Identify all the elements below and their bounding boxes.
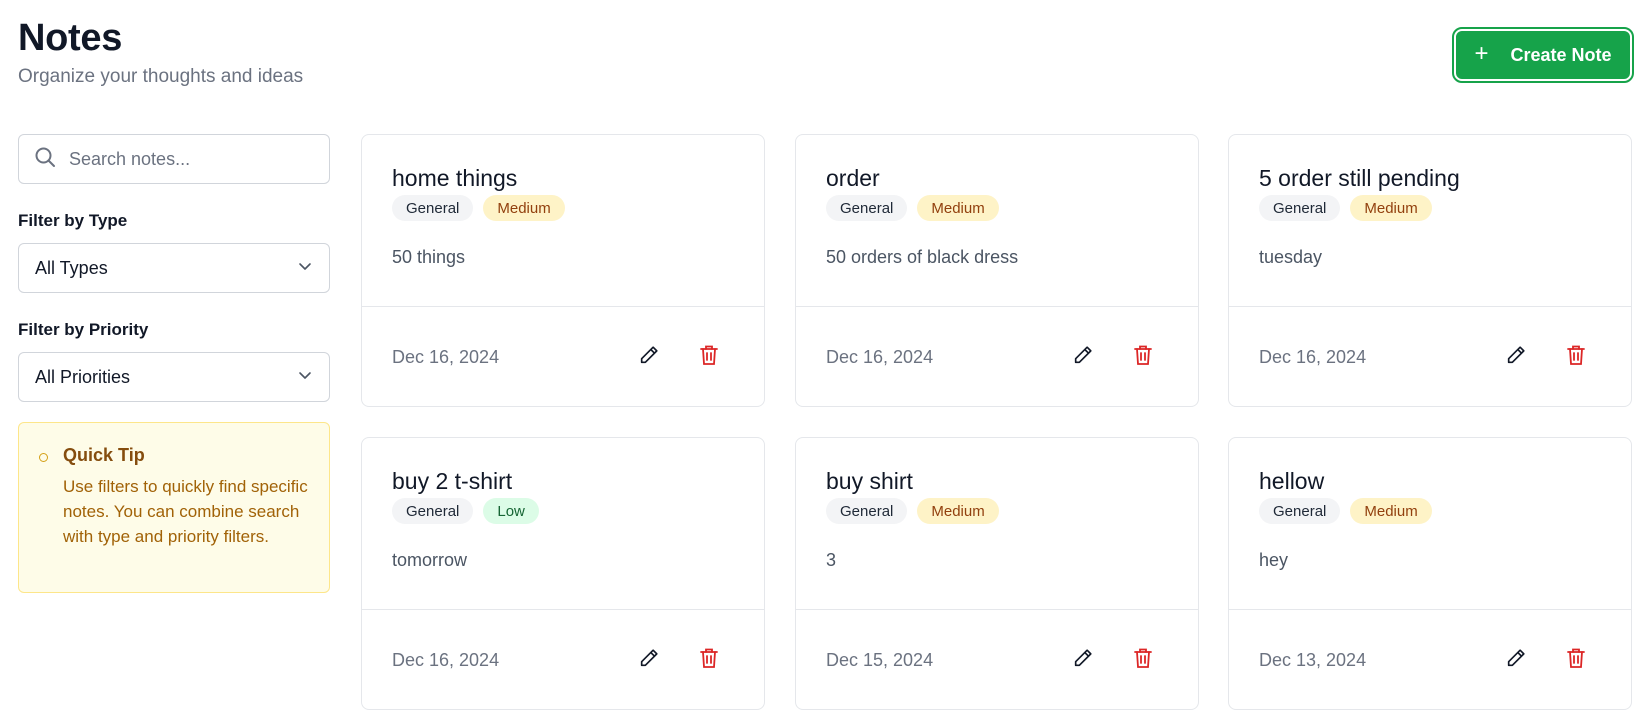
page-title: Notes [18,17,123,59]
note-content: hey [1259,550,1289,570]
note-content: tomorrow [392,550,468,570]
pencil-icon[interactable] [1502,341,1530,369]
note-title: hellow [1259,468,1325,494]
note-type-badge: General [392,498,474,524]
create-note-button[interactable]: + Create Note [1452,27,1634,83]
trash-icon[interactable] [1129,341,1157,369]
quick-tip-text: Use filters to quickly find specific not… [63,477,308,546]
note-card[interactable]: buy shirt General Medium 3 Dec 15, 2024 [795,437,1199,710]
quick-tip-title: Quick Tip [63,445,145,465]
page-header: Notes Organize your thoughts and ideas [18,14,303,88]
note-type-badge: General [1259,195,1341,221]
note-priority-badge: Low [483,498,539,524]
chevron-down-icon [297,258,313,279]
filter-type-select[interactable]: All Types [18,243,330,293]
note-content: 50 orders of black dress [826,247,1019,267]
plus-icon: + [1474,40,1489,67]
note-date: Dec 16, 2024 [392,649,500,670]
note-date: Dec 16, 2024 [826,346,934,367]
create-note-label: Create Note [1510,44,1612,65]
filter-type-label: Filter by Type [18,211,128,230]
note-date: Dec 15, 2024 [826,649,934,670]
pencil-icon[interactable] [1502,644,1530,672]
note-priority-badge: Medium [1350,195,1432,221]
note-priority-badge: Medium [917,195,999,221]
trash-icon[interactable] [695,341,723,369]
notes-page: Notes Organize your thoughts and ideas +… [0,0,1645,716]
note-date: Dec 16, 2024 [392,346,500,367]
filter-priority-value: All Priorities [35,366,131,387]
note-card[interactable]: buy 2 t-shirt General Low tomorrow Dec 1… [361,437,765,710]
note-card[interactable]: 5 order still pending General Medium tue… [1228,134,1632,407]
pencil-icon[interactable] [635,644,663,672]
note-card[interactable]: hellow General Medium hey Dec 13, 2024 [1228,437,1632,710]
note-type-badge: General [826,195,908,221]
note-title: buy shirt [826,468,913,494]
filter-priority-label: Filter by Priority [18,320,149,339]
trash-icon[interactable] [695,644,723,672]
chevron-down-icon [297,367,313,388]
note-card[interactable]: home things General Medium 50 things Dec… [361,134,765,407]
note-priority-badge: Medium [483,195,565,221]
trash-icon[interactable] [1129,644,1157,672]
trash-icon[interactable] [1562,341,1590,369]
note-priority-badge: Medium [917,498,999,524]
note-title: order [826,165,880,191]
note-date: Dec 13, 2024 [1259,649,1367,670]
note-type-badge: General [392,195,474,221]
note-date: Dec 16, 2024 [1259,346,1367,367]
circle-icon [39,453,48,462]
note-content: 3 [826,550,837,570]
filter-priority-select[interactable]: All Priorities [18,352,330,402]
search-box[interactable] [18,134,330,184]
search-icon [33,145,57,174]
quick-tip-box: Quick Tip Use filters to quickly find sp… [18,422,330,593]
note-priority-badge: Medium [1350,498,1432,524]
note-title: 5 order still pending [1259,165,1460,191]
note-card[interactable]: order General Medium 50 orders of black … [795,134,1199,407]
pencil-icon[interactable] [1069,644,1097,672]
note-content: 50 things [392,247,466,267]
note-type-badge: General [826,498,908,524]
sidebar: Filter by Type All Types Filter by Prior… [18,134,330,593]
note-type-badge: General [1259,498,1341,524]
note-title: buy 2 t-shirt [392,468,513,494]
page-subtitle: Organize your thoughts and ideas [18,66,304,87]
pencil-icon[interactable] [635,341,663,369]
search-input[interactable] [69,148,309,170]
pencil-icon[interactable] [1069,341,1097,369]
note-content: tuesday [1259,247,1323,267]
trash-icon[interactable] [1562,644,1590,672]
filter-type-value: All Types [35,257,108,278]
note-title: home things [392,165,518,191]
